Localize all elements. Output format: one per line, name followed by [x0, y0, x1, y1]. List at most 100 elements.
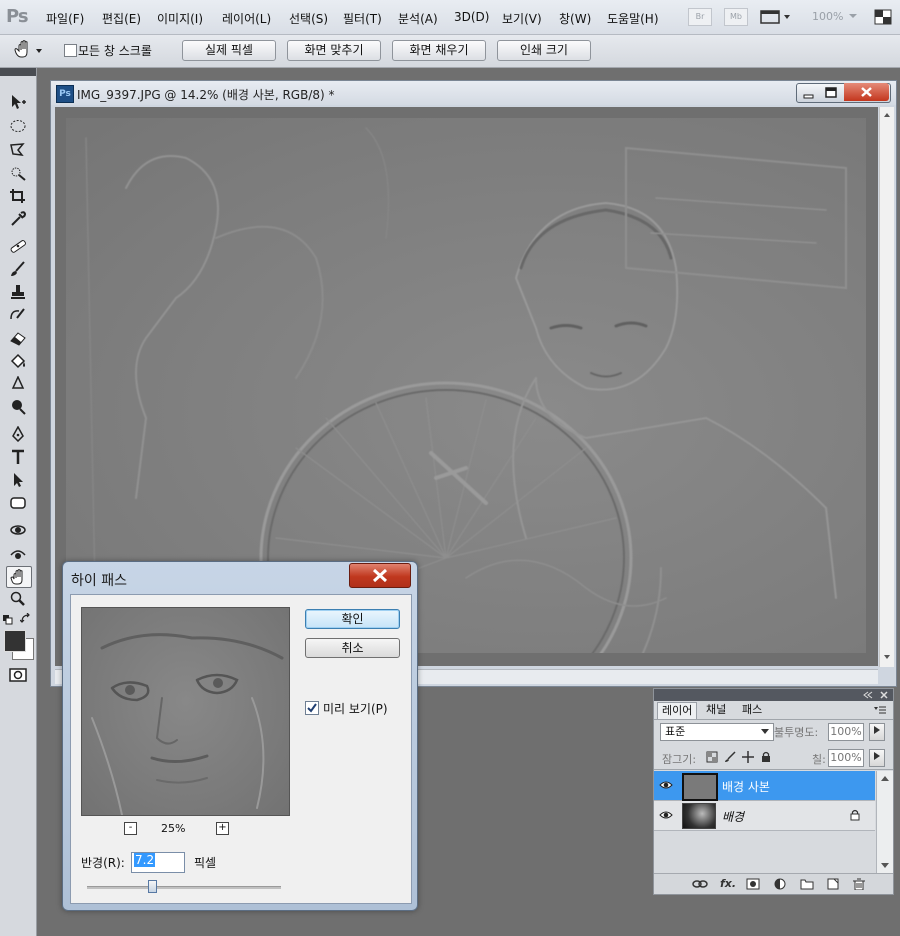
crop-tool-icon[interactable]: [6, 186, 30, 206]
blur-tool-icon[interactable]: [6, 374, 30, 394]
checkmark-icon: [307, 703, 317, 713]
layers-panel-header[interactable]: [654, 689, 893, 701]
hand-tool-preset-icon[interactable]: [14, 40, 44, 63]
brush-tool-icon[interactable]: [6, 259, 30, 279]
fill-screen-button[interactable]: 화면 채우기: [392, 40, 486, 61]
3d-orbit-tool-icon[interactable]: [6, 543, 30, 563]
opacity-arrow-button[interactable]: [869, 723, 885, 741]
ok-button[interactable]: 확인: [305, 609, 400, 629]
zoom-dropdown-icon[interactable]: [848, 10, 858, 28]
layers-scrollbar[interactable]: [876, 771, 893, 874]
print-size-button[interactable]: 인쇄 크기: [497, 40, 591, 61]
blend-mode-select[interactable]: 표준: [660, 723, 774, 741]
lock-all-icon[interactable]: [760, 751, 772, 766]
fill-arrow-button[interactable]: [869, 749, 885, 767]
quick-selection-tool-icon[interactable]: [6, 163, 30, 183]
high-pass-dialog: 하이 패스 - 25% + 확인 취소 미리 보기(P) 반경(R): 7.2 …: [62, 561, 418, 911]
dodge-tool-icon[interactable]: [6, 397, 30, 417]
screen-mode-icon[interactable]: [760, 9, 792, 27]
trash-icon[interactable]: [852, 878, 866, 891]
tab-layers[interactable]: 레이어: [657, 702, 698, 719]
new-group-icon[interactable]: [800, 878, 814, 890]
vertical-scrollbar[interactable]: [879, 107, 894, 667]
opacity-field[interactable]: 100%: [828, 723, 864, 741]
zoom-out-button[interactable]: -: [124, 822, 137, 835]
radius-input[interactable]: 7.2: [131, 852, 185, 873]
lock-icon: [850, 809, 860, 824]
path-selection-tool-icon[interactable]: [6, 470, 30, 490]
tools-panel-header[interactable]: [0, 68, 36, 76]
zoom-tool-icon[interactable]: [6, 589, 30, 609]
fx-icon[interactable]: fx.: [720, 878, 736, 890]
panel-menu-icon[interactable]: [873, 704, 887, 718]
layer-name: 배경: [722, 810, 745, 824]
document-titlebar[interactable]: Ps IMG_9397.JPG @ 14.2% (배경 사본, RGB/8) *: [51, 81, 896, 105]
menu-view[interactable]: 보기(V): [502, 10, 542, 27]
lock-pixels-icon[interactable]: [724, 751, 736, 766]
actual-pixels-button[interactable]: 실제 픽셀: [182, 40, 276, 61]
preview-label: 미리 보기(P): [323, 702, 388, 716]
hand-tool-icon[interactable]: [6, 566, 32, 588]
radius-slider-track[interactable]: [87, 886, 281, 889]
add-mask-icon[interactable]: [746, 878, 760, 890]
eye-icon[interactable]: [659, 779, 673, 791]
menu-select[interactable]: 선택(S): [289, 10, 328, 27]
minimize-button[interactable]: [802, 86, 816, 100]
chevron-right-icon: [874, 726, 880, 734]
filter-preview[interactable]: [81, 607, 290, 816]
3d-rotate-tool-icon[interactable]: [6, 520, 30, 540]
dialog-close-button[interactable]: [349, 563, 411, 588]
bridge-button[interactable]: Br: [688, 8, 712, 26]
eraser-tool-icon[interactable]: [6, 328, 30, 348]
paint-bucket-tool-icon[interactable]: [6, 351, 30, 371]
adjustment-layer-icon[interactable]: [774, 878, 788, 890]
layer-row-background[interactable]: 배경: [654, 801, 875, 831]
swap-colors-icon[interactable]: [19, 612, 32, 628]
arrange-documents-icon[interactable]: [874, 9, 892, 27]
menu-file[interactable]: 파일(F): [46, 10, 84, 27]
radius-slider-thumb[interactable]: [148, 880, 158, 893]
restore-button[interactable]: [824, 86, 838, 100]
default-colors-icon[interactable]: [3, 614, 13, 628]
history-brush-tool-icon[interactable]: [6, 305, 30, 325]
cancel-button[interactable]: 취소: [305, 638, 400, 658]
move-tool-icon[interactable]: [6, 92, 30, 112]
menu-analysis[interactable]: 분석(A): [398, 10, 438, 27]
close-doc-button[interactable]: [844, 83, 889, 101]
menu-help[interactable]: 도움말(H): [607, 10, 659, 27]
scroll-all-windows-checkbox[interactable]: [64, 44, 77, 57]
eyedropper-tool-icon[interactable]: [6, 209, 30, 229]
layer-name: 배경 사본: [722, 780, 770, 794]
type-tool-icon[interactable]: [6, 447, 30, 467]
fill-field[interactable]: 100%: [828, 749, 864, 767]
eye-icon[interactable]: [659, 809, 673, 821]
fit-screen-button[interactable]: 화면 맞추기: [287, 40, 381, 61]
menu-edit[interactable]: 편집(E): [102, 10, 141, 27]
lock-position-icon[interactable]: [742, 751, 754, 766]
link-layers-icon[interactable]: [692, 878, 708, 890]
tab-channels[interactable]: 채널: [702, 702, 730, 718]
clone-stamp-tool-icon[interactable]: [6, 282, 30, 302]
quick-mask-icon[interactable]: [6, 665, 30, 685]
marquee-tool-icon[interactable]: [6, 116, 30, 136]
layer-row-background-copy[interactable]: 배경 사본: [654, 771, 875, 801]
mini-bridge-button[interactable]: Mb: [724, 8, 748, 26]
lock-transparency-icon[interactable]: [706, 751, 718, 766]
menu-window[interactable]: 창(W): [559, 10, 591, 27]
zoom-in-button[interactable]: +: [216, 822, 229, 835]
menu-3d[interactable]: 3D(D): [454, 10, 489, 24]
healing-brush-tool-icon[interactable]: [6, 236, 30, 256]
menu-image[interactable]: 이미지(I): [157, 10, 203, 27]
rectangle-tool-icon[interactable]: [6, 493, 30, 513]
zoom-level-field[interactable]: 100%: [812, 10, 843, 28]
preview-checkbox[interactable]: [305, 701, 319, 715]
dialog-title: 하이 패스: [71, 573, 127, 589]
new-layer-icon[interactable]: [826, 878, 840, 890]
pen-tool-icon[interactable]: [6, 424, 30, 444]
foreground-color-swatch[interactable]: [4, 630, 26, 652]
menu-filter[interactable]: 필터(T): [343, 10, 382, 27]
lasso-tool-icon[interactable]: [6, 140, 30, 160]
window-controls: [796, 83, 891, 103]
menu-layer[interactable]: 레이어(L): [222, 10, 271, 27]
tab-paths[interactable]: 패스: [738, 702, 766, 718]
